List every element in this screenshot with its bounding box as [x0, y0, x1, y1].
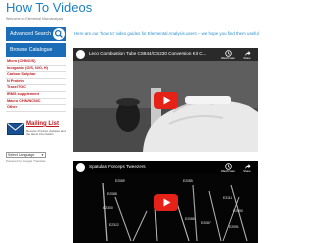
mailing-list-block: Mailing List Receive Product Updates and…	[6, 120, 66, 150]
play-button[interactable]	[153, 92, 178, 109]
powered-by-translate: Powered by Google Translate	[6, 158, 46, 163]
search-icon[interactable]	[53, 28, 65, 40]
product-code-label: E3111	[223, 196, 233, 200]
video-embed-combustion-tube[interactable]: Leco Combustion Tube CS844/CS230 Convers…	[73, 48, 258, 152]
category-list: Micro (CHNO/S) Inorganic (O/S, N/O, H) C…	[6, 59, 66, 112]
channel-logo-icon[interactable]	[76, 50, 85, 59]
product-code-label: E2090	[233, 209, 243, 213]
video-title-bar: Leco Combustion Tube CS844/CS230 Convers…	[73, 48, 258, 61]
watch-later-button[interactable]: Watch later	[220, 163, 236, 173]
share-button[interactable]: Share	[239, 50, 255, 60]
product-code-label: E2087	[201, 221, 211, 225]
video-title[interactable]: Spatulas Forceps Tweezers	[89, 164, 219, 169]
browse-catalogue-label: Browse Catalogue	[10, 47, 53, 53]
product-code-label: E2312	[109, 223, 119, 227]
video-embed-spatulas-forceps[interactable]: Spatulas Forceps Tweezers Watch later Sh…	[73, 161, 258, 243]
product-code-label: E2091	[229, 225, 239, 229]
category-link-inorganic[interactable]: Inorganic (O/S, N/O, H)	[6, 66, 66, 73]
watch-later-button[interactable]: Watch later	[220, 50, 236, 60]
category-link-micro[interactable]: Micro (CHNO/S)	[6, 59, 66, 66]
category-link-other[interactable]: Other	[6, 105, 66, 112]
advanced-search-button[interactable]: Advanced Search	[6, 27, 66, 41]
product-code-label: E2088	[107, 192, 117, 196]
product-code-label: E2085	[183, 179, 193, 183]
advanced-search-label: Advanced Search	[10, 31, 51, 37]
language-select-value: Select Language	[8, 152, 35, 157]
video-title-bar: Spatulas Forceps Tweezers Watch later Sh…	[73, 161, 258, 174]
page-title: How To Videos	[6, 0, 93, 15]
breadcrumb: Welcome to Elemental Microanalysis	[6, 17, 64, 21]
intro-text: Here are our 'how to' video guides for E…	[74, 31, 259, 36]
play-icon	[163, 96, 170, 105]
play-button[interactable]	[153, 194, 178, 211]
sidebar: Advanced Search Browse Catalogue Micro (…	[6, 27, 66, 163]
watch-later-label: Watch later	[220, 169, 236, 173]
mail-icon[interactable]	[7, 122, 24, 140]
category-link-irms[interactable]: IRMS supplement	[6, 92, 66, 99]
product-code-label: E2300	[103, 206, 113, 210]
browse-catalogue-header: Browse Catalogue	[6, 43, 66, 57]
video-title[interactable]: Leco Combustion Tube CS844/CS230 Convers…	[89, 51, 219, 56]
share-label: Share	[243, 169, 251, 173]
mailing-list-text: Receive Product Updates and the latest i…	[26, 128, 66, 137]
product-code-label: E2086	[185, 217, 195, 221]
mailing-list-link[interactable]: Mailing List	[26, 121, 59, 127]
category-link-trace-toc[interactable]: Trace/TOC	[6, 85, 66, 92]
category-link-macro[interactable]: Macro CHN/NCN/C	[6, 99, 66, 106]
category-link-n-protein[interactable]: N Protein	[6, 79, 66, 86]
channel-logo-icon[interactable]	[76, 163, 85, 172]
product-code-label: E2089	[115, 179, 125, 183]
share-label: Share	[243, 56, 251, 60]
category-link-carbon-sulphur[interactable]: Carbon Sulphur	[6, 72, 66, 79]
play-icon	[163, 198, 170, 207]
chevron-down-icon: ▼	[41, 152, 44, 157]
watch-later-label: Watch later	[220, 56, 236, 60]
language-select[interactable]: Select Language ▼	[6, 151, 46, 158]
share-button[interactable]: Share	[239, 163, 255, 173]
